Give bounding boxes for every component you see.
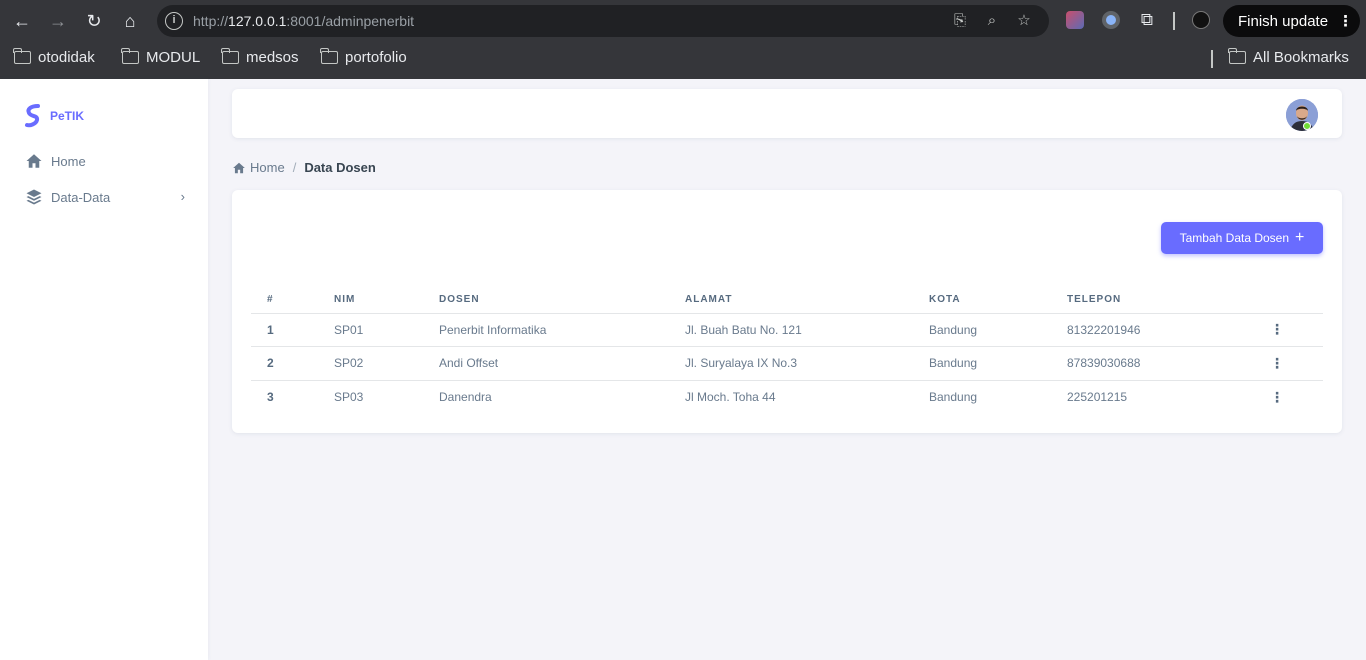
more-vert-icon[interactable]: ⋮: [1231, 380, 1323, 414]
more-vert-icon[interactable]: ⋮: [1231, 346, 1323, 381]
online-status-dot: [1303, 122, 1311, 130]
home-icon: [26, 154, 42, 168]
cell-dosen: Andi Offset: [423, 346, 669, 381]
breadcrumb-separator: /: [292, 160, 297, 175]
cell-dosen: Penerbit Informatika: [423, 313, 669, 347]
bookmark-folder[interactable]: otodidak: [13, 48, 95, 66]
home-icon: [233, 162, 245, 173]
cell-telepon: 81322201946: [1051, 313, 1231, 347]
cell-kota: Bandung: [913, 313, 1051, 347]
cell-nim: SP02: [318, 346, 423, 381]
bookmark-folder[interactable]: MODUL: [121, 48, 200, 66]
address-bar[interactable]: i http://127.0.0.1:8001/adminpenerbit ⎘ …: [157, 5, 1049, 37]
chevron-right-icon: ›: [180, 189, 185, 204]
brand-logo-icon: [25, 104, 40, 128]
site-info-icon[interactable]: i: [165, 12, 183, 30]
user-avatar-icon: [1286, 99, 1318, 131]
extension-icon[interactable]: [1066, 11, 1084, 29]
dosen-table: # NIM DOSEN ALAMAT KOTA TELEPON 1 SP01 P…: [251, 287, 1323, 414]
column-header: DOSEN: [423, 287, 669, 314]
cell-kota: Bandung: [929, 390, 978, 404]
avatar[interactable]: [1286, 99, 1318, 131]
finish-update-button[interactable]: Finish update ⋮: [1223, 5, 1360, 37]
column-header-actions: [1231, 287, 1323, 314]
profile-icon[interactable]: [1192, 11, 1210, 29]
brand-name: PeTIK: [50, 109, 85, 123]
all-bookmarks[interactable]: All Bookmarks: [1228, 48, 1349, 66]
sidebar-item-label: Data-Data: [51, 189, 111, 205]
add-dosen-button[interactable]: Tambah Data Dosen +: [1161, 222, 1323, 254]
bookmarks-divider: [1211, 50, 1213, 68]
row-number: 1: [251, 313, 318, 347]
cell-alamat: Jl. Buah Batu No. 121: [669, 313, 913, 347]
layers-icon: [26, 189, 42, 205]
forward-arrow-icon[interactable]: →: [46, 9, 70, 33]
cell-nim: SP03: [334, 390, 364, 404]
column-header: #: [251, 287, 318, 314]
folder-icon: [221, 48, 239, 64]
table-row: 1 SP01 Penerbit Informatika Jl. Buah Bat…: [251, 313, 1323, 347]
column-header: ALAMAT: [669, 287, 913, 314]
bookmark-folder[interactable]: medsos: [221, 48, 299, 66]
column-header: KOTA: [913, 287, 1051, 314]
table-header-row: # NIM DOSEN ALAMAT KOTA TELEPON: [251, 287, 1323, 314]
brand[interactable]: PeTIK: [24, 104, 84, 128]
sidebar: PeTIK Home Data-Data ›: [0, 79, 208, 660]
browser-toolbar: ← → ↻ ⌂ i http://127.0.0.1:8001/adminpen…: [0, 0, 1366, 41]
zoom-icon[interactable]: ⌕: [983, 12, 1001, 30]
bookmark-folder[interactable]: portofolio: [320, 48, 407, 66]
row-number: 3: [267, 390, 274, 404]
cell-alamat: Jl. Suryalaya IX No.3: [669, 346, 913, 381]
translate-icon[interactable]: ⎘: [951, 12, 969, 30]
folder-icon: [121, 48, 139, 64]
add-dosen-label: Tambah Data Dosen: [1179, 231, 1290, 245]
puzzle-icon[interactable]: ⧉: [1135, 8, 1159, 32]
bookmark-star-icon[interactable]: ☆: [1015, 12, 1033, 30]
finish-update-label: Finish update: [1238, 12, 1329, 30]
breadcrumb: Home / Data Dosen: [232, 160, 376, 175]
home-icon[interactable]: ⌂: [118, 9, 142, 33]
browser-chrome: ← → ↻ ⌂ i http://127.0.0.1:8001/adminpen…: [0, 0, 1366, 79]
row-number: 2: [251, 346, 318, 381]
bookmarks-bar: otodidak MODUL medsos portofolio All Boo…: [0, 43, 1366, 73]
table-row: 2 SP02 Andi Offset Jl. Suryalaya IX No.3…: [251, 346, 1323, 381]
sidebar-item-data-data[interactable]: Data-Data ›: [25, 188, 185, 206]
folder-icon: [13, 48, 31, 64]
data-card: Tambah Data Dosen + # NIM DOSEN ALAMAT K…: [232, 190, 1342, 433]
column-header: NIM: [318, 287, 423, 314]
sidebar-item-home[interactable]: Home: [25, 152, 185, 170]
table-row: 3 SP03 Danendra Jl Moch. Toha 44 Bandung…: [251, 380, 1323, 414]
plus-icon: +: [1295, 229, 1305, 246]
cell-telepon: 225201215: [1067, 390, 1128, 404]
extension-icon[interactable]: [1102, 11, 1120, 29]
breadcrumb-current: Data Dosen: [304, 160, 376, 175]
url-text[interactable]: http://127.0.0.1:8001/adminpenerbit: [193, 13, 414, 29]
cell-telepon: 87839030688: [1051, 346, 1231, 381]
more-vert-icon: ⋮: [1338, 13, 1354, 30]
back-arrow-icon[interactable]: ←: [10, 9, 34, 33]
cell-kota: Bandung: [913, 346, 1051, 381]
toolbar-divider: [1173, 12, 1175, 30]
column-header: TELEPON: [1051, 287, 1231, 314]
more-vert-icon[interactable]: ⋮: [1231, 313, 1323, 347]
cell-dosen: Danendra: [439, 390, 492, 404]
folder-icon: [320, 48, 338, 64]
cell-nim: SP01: [318, 313, 423, 347]
reload-icon[interactable]: ↻: [82, 9, 106, 33]
breadcrumb-home[interactable]: Home: [232, 160, 285, 175]
cell-alamat: Jl Moch. Toha 44: [685, 390, 776, 404]
top-navbar: [232, 89, 1342, 138]
folder-icon: [1228, 48, 1246, 64]
sidebar-item-label: Home: [51, 153, 86, 169]
